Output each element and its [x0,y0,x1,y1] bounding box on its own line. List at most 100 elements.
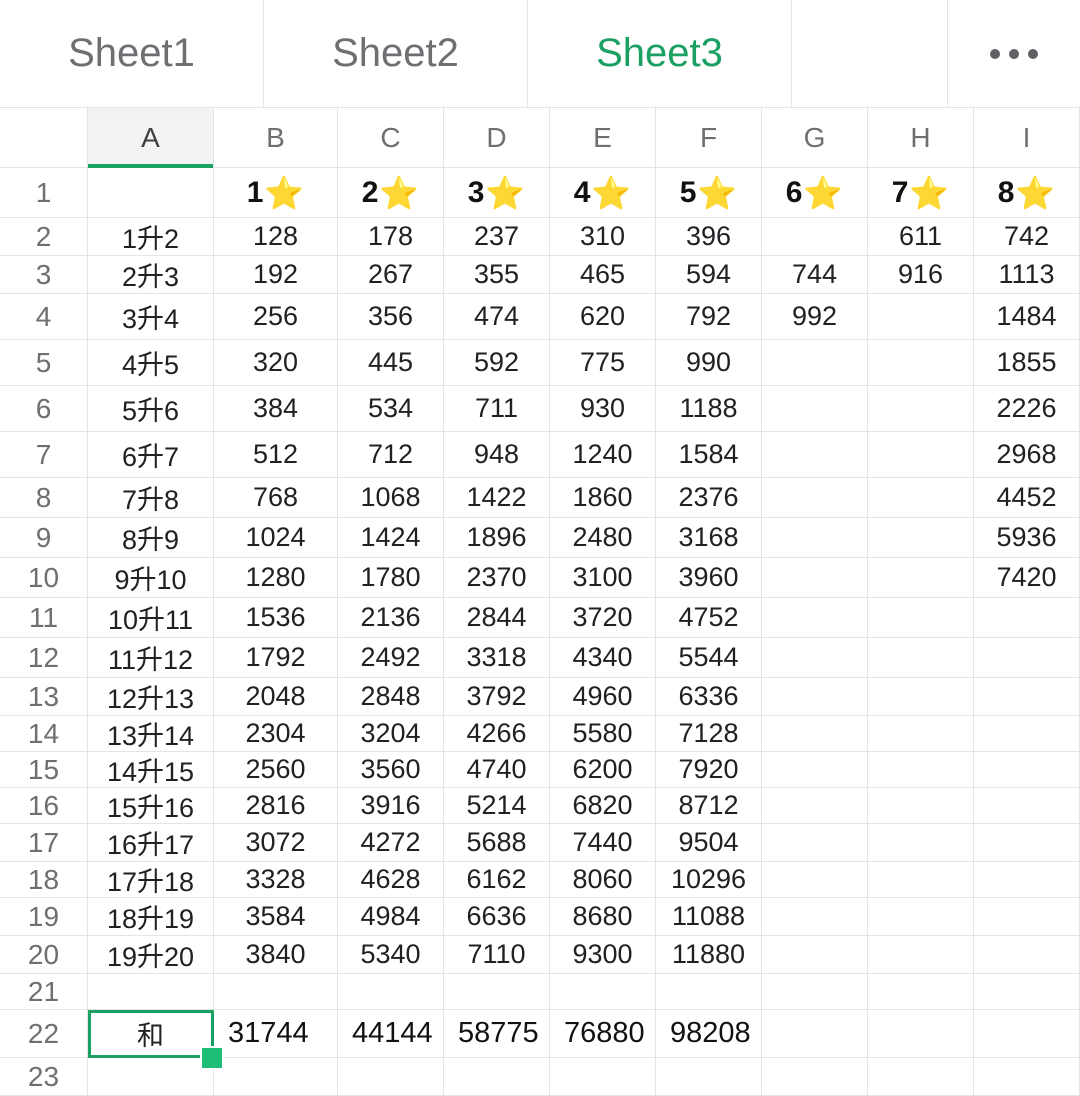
row-header-18[interactable]: 18 [0,862,88,898]
column-header-d[interactable]: D [444,108,550,168]
cell-b15[interactable]: 2560 [214,752,338,788]
cell-c14[interactable]: 3204 [338,716,444,752]
cell-e18[interactable]: 8060 [550,862,656,898]
cell-f18[interactable]: 10296 [656,862,762,898]
cell-b7[interactable]: 512 [214,432,338,478]
cell-a13[interactable]: 12升13 [88,678,214,716]
cell-d23[interactable] [444,1058,550,1096]
cell-i22[interactable] [974,1010,1080,1058]
cell-h11[interactable] [868,598,974,638]
cell-a4[interactable]: 3升4 [88,294,214,340]
cell-c18[interactable]: 4628 [338,862,444,898]
cell-f9[interactable]: 3168 [656,518,762,558]
row-header-20[interactable]: 20 [0,936,88,974]
cell-d6[interactable]: 711 [444,386,550,432]
cell-e4[interactable]: 620 [550,294,656,340]
cell-g11[interactable] [762,598,868,638]
cell-h21[interactable] [868,974,974,1010]
cell-f3[interactable]: 594 [656,256,762,294]
cell-e12[interactable]: 4340 [550,638,656,678]
cell-d10[interactable]: 2370 [444,558,550,598]
cell-e1[interactable]: 4 ⭐ [550,168,656,218]
cell-g9[interactable] [762,518,868,558]
cell-c19[interactable]: 4984 [338,898,444,936]
cell-h18[interactable] [868,862,974,898]
cell-f11[interactable]: 4752 [656,598,762,638]
cell-g20[interactable] [762,936,868,974]
cell-h12[interactable] [868,638,974,678]
cell-h10[interactable] [868,558,974,598]
row-header-13[interactable]: 13 [0,678,88,716]
cell-i18[interactable] [974,862,1080,898]
row-header-8[interactable]: 8 [0,478,88,518]
cell-c8[interactable]: 1068 [338,478,444,518]
cell-e16[interactable]: 6820 [550,788,656,824]
cell-e9[interactable]: 2480 [550,518,656,558]
cell-d4[interactable]: 474 [444,294,550,340]
tab-sheet2[interactable]: Sheet2 [264,0,528,107]
cell-g21[interactable] [762,974,868,1010]
cell-h13[interactable] [868,678,974,716]
cell-d5[interactable]: 592 [444,340,550,386]
cell-b2[interactable]: 128 [214,218,338,256]
cell-f14[interactable]: 7128 [656,716,762,752]
cell-d2[interactable]: 237 [444,218,550,256]
cell-i8[interactable]: 4452 [974,478,1080,518]
cell-g3[interactable]: 744 [762,256,868,294]
row-header-12[interactable]: 12 [0,638,88,678]
cell-d19[interactable]: 6636 [444,898,550,936]
cell-c10[interactable]: 1780 [338,558,444,598]
cell-i16[interactable] [974,788,1080,824]
cell-a21[interactable] [88,974,214,1010]
cell-c3[interactable]: 267 [338,256,444,294]
cell-h6[interactable] [868,386,974,432]
cell-c21[interactable] [338,974,444,1010]
cell-i19[interactable] [974,898,1080,936]
cell-h17[interactable] [868,824,974,862]
cell-h1[interactable]: 7 ⭐ [868,168,974,218]
cell-i10[interactable]: 7420 [974,558,1080,598]
cell-a2[interactable]: 1升2 [88,218,214,256]
row-header-6[interactable]: 6 [0,386,88,432]
cell-c22[interactable]: 44144 [338,1010,444,1058]
cell-f17[interactable]: 9504 [656,824,762,862]
cell-b21[interactable] [214,974,338,1010]
cell-i21[interactable] [974,974,1080,1010]
row-header-5[interactable]: 5 [0,340,88,386]
cell-h4[interactable] [868,294,974,340]
cell-g10[interactable] [762,558,868,598]
cell-f4[interactable]: 792 [656,294,762,340]
cell-f21[interactable] [656,974,762,1010]
cell-c2[interactable]: 178 [338,218,444,256]
cell-c17[interactable]: 4272 [338,824,444,862]
cell-h9[interactable] [868,518,974,558]
cell-e10[interactable]: 3100 [550,558,656,598]
row-header-11[interactable]: 11 [0,598,88,638]
cell-i3[interactable]: 1113 [974,256,1080,294]
cell-b5[interactable]: 320 [214,340,338,386]
cell-g19[interactable] [762,898,868,936]
row-header-4[interactable]: 4 [0,294,88,340]
cell-b16[interactable]: 2816 [214,788,338,824]
cell-a23[interactable] [88,1058,214,1096]
cell-b22[interactable]: 31744 [214,1010,338,1058]
cell-f1[interactable]: 5 ⭐ [656,168,762,218]
cell-d21[interactable] [444,974,550,1010]
cell-f2[interactable]: 396 [656,218,762,256]
cell-d13[interactable]: 3792 [444,678,550,716]
cell-i13[interactable] [974,678,1080,716]
cell-a8[interactable]: 7升8 [88,478,214,518]
cell-a12[interactable]: 11升12 [88,638,214,678]
row-header-15[interactable]: 15 [0,752,88,788]
cell-f23[interactable] [656,1058,762,1096]
cell-e19[interactable]: 8680 [550,898,656,936]
cell-i20[interactable] [974,936,1080,974]
cell-a3[interactable]: 2升3 [88,256,214,294]
cell-f16[interactable]: 8712 [656,788,762,824]
cell-a11[interactable]: 10升11 [88,598,214,638]
cell-i1[interactable]: 8 ⭐ [974,168,1080,218]
cell-b4[interactable]: 256 [214,294,338,340]
cell-d7[interactable]: 948 [444,432,550,478]
cell-c6[interactable]: 534 [338,386,444,432]
select-all-corner[interactable] [0,108,88,168]
